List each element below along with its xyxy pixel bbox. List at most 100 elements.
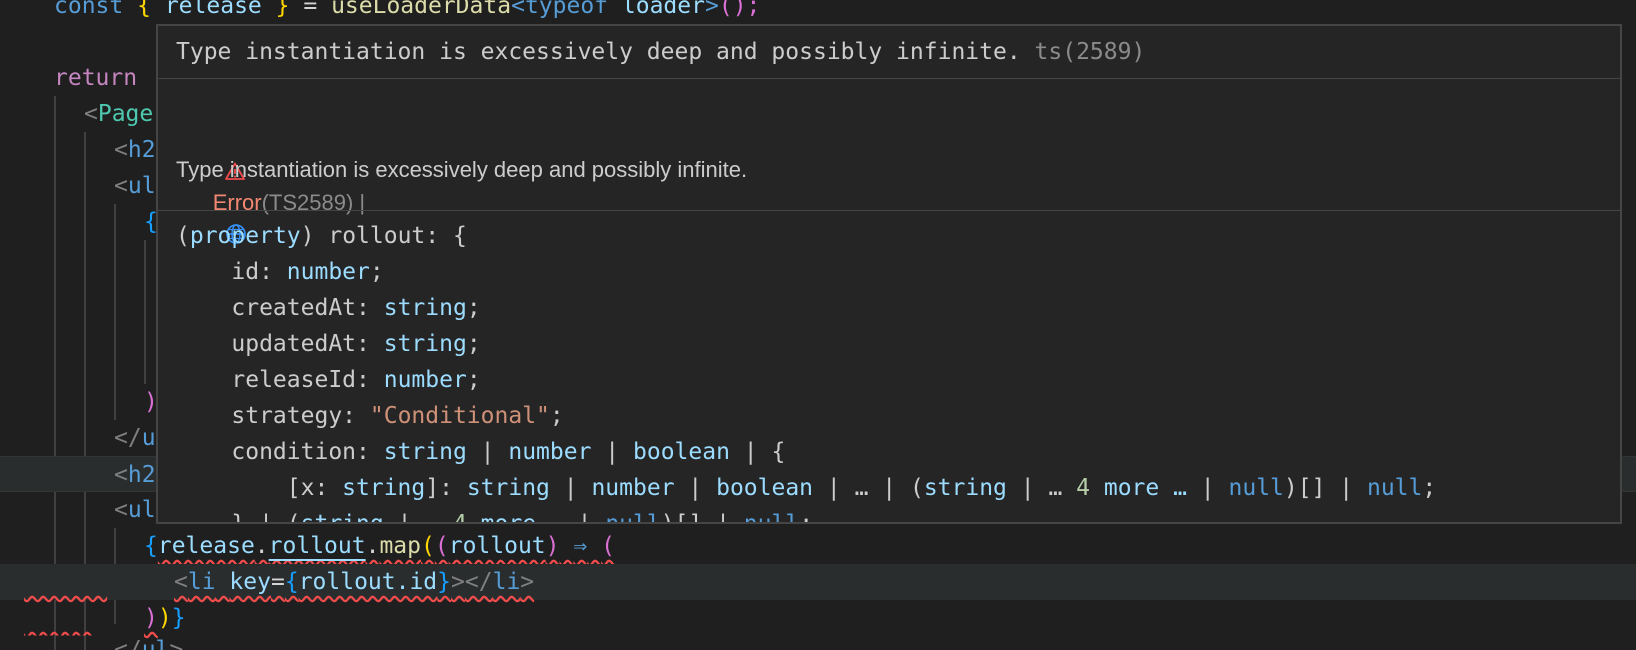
code-line: <li key={rollout.id}></li>	[0, 564, 1636, 600]
code-line: </ul>	[0, 632, 1636, 650]
type-line: releaseId: number;	[176, 362, 480, 398]
field-type: string	[466, 475, 550, 501]
h2-tag: h2	[127, 462, 156, 488]
tag-bracket: <	[114, 462, 128, 488]
field-type: boolean	[716, 475, 814, 501]
more-text: more …	[466, 511, 564, 524]
null-type: null	[743, 511, 800, 524]
field-name: releaseId:	[176, 367, 384, 393]
null-type: null	[1366, 475, 1423, 501]
code-line: {release.rollout.map((rollout) ⇒ (	[0, 528, 1636, 564]
paren: )	[300, 223, 315, 249]
field-type: string	[300, 511, 384, 524]
paren: )	[545, 533, 560, 559]
field-type: string	[383, 295, 467, 321]
type-line: updatedAt: string;	[176, 326, 481, 362]
equals: =	[303, 0, 318, 19]
angle: >	[704, 0, 719, 19]
union-sep: |	[591, 439, 633, 465]
null-type: null	[605, 511, 661, 524]
string-literal: "Conditional"	[369, 403, 550, 429]
tag-bracket: >	[520, 569, 535, 595]
type-text: | … | (	[813, 475, 924, 501]
type-text: } | (	[176, 511, 301, 524]
brace: }	[171, 605, 186, 631]
field-name: createdAt:	[176, 295, 384, 321]
union-sep: |	[1186, 475, 1229, 501]
rollout-property[interactable]: rollout	[269, 533, 366, 559]
more-count: 4	[452, 511, 467, 524]
type-text: ]:	[425, 475, 467, 501]
typeof-keyword: typeof	[524, 0, 609, 19]
field-type: string	[342, 475, 426, 501]
hover-divider	[158, 78, 1620, 79]
union-sep: |	[466, 439, 509, 465]
field-type: number	[591, 475, 675, 501]
error-code: (TS2589)	[261, 190, 354, 215]
more-count: 4	[1076, 475, 1091, 501]
paren: (	[176, 223, 190, 249]
more-text: more …	[1090, 475, 1187, 501]
type-text: | …	[1006, 475, 1077, 501]
ul-tag: ul	[127, 173, 156, 199]
li-tag: li	[187, 569, 216, 595]
hover-divider	[158, 210, 1620, 211]
code-line: ))}	[0, 600, 1636, 636]
field-name: strategy:	[176, 403, 370, 429]
field-type: boolean	[633, 439, 730, 465]
tag-bracket: </	[464, 569, 493, 595]
function-name: useLoaderData	[331, 0, 512, 19]
type-text: | …	[383, 511, 453, 524]
page-tag: Page	[97, 101, 154, 127]
angle: <	[511, 0, 525, 19]
brace: {	[137, 0, 151, 19]
type-line: createdAt: string;	[176, 290, 481, 326]
hover-tooltip[interactable]: Type instantiation is excessively deep a…	[156, 24, 1622, 524]
const-keyword: const	[54, 0, 124, 19]
li-close-tag: li	[492, 569, 521, 595]
error-label: Error	[212, 190, 262, 215]
type-name: loader	[621, 0, 705, 19]
paren: )	[157, 605, 172, 631]
field-type: string	[383, 439, 467, 465]
type-line: [x: string]: string | number | boolean |…	[176, 470, 1436, 506]
error-separator: |	[359, 190, 366, 215]
tag-bracket: <	[84, 101, 98, 127]
variable-release: release	[157, 533, 255, 559]
field-type: number	[383, 367, 467, 393]
tag-bracket: >	[451, 569, 465, 595]
semicolon: ;	[369, 259, 384, 285]
error-squiggle-lead	[24, 600, 93, 636]
code-editor[interactable]: const { release } = useLoaderData<typeof…	[0, 0, 1636, 650]
tag-bracket: </	[114, 637, 142, 650]
type-line: condition: string | number | boolean | {	[176, 434, 785, 470]
type-text: rollout: {	[314, 223, 467, 249]
ul-tag: ul	[127, 497, 156, 523]
semicolon: ;	[799, 511, 814, 524]
hover-title: Type instantiation is excessively deep a…	[176, 36, 1145, 68]
brace: {	[144, 533, 158, 559]
paren: (	[434, 533, 449, 559]
brace: {	[284, 569, 299, 595]
semicolon: ;	[466, 331, 481, 357]
error-squiggle-lead	[24, 564, 107, 600]
ul-close-tag: u	[141, 425, 156, 451]
key-attribute: key	[229, 569, 271, 595]
hover-title-text: Type instantiation is excessively deep a…	[176, 39, 1021, 65]
semicolon: ;	[549, 403, 564, 429]
semicolon: ;	[466, 295, 481, 321]
code-line: const { release } = useLoaderData<typeof…	[0, 0, 1636, 24]
field-name: id:	[176, 259, 287, 285]
tag-bracket: </	[114, 425, 142, 451]
map-function: map	[379, 533, 421, 559]
rollout-id-expr: rollout.id	[298, 569, 438, 595]
type-text: | {	[729, 439, 786, 465]
type-text: [x:	[176, 475, 343, 501]
type-line: (property) rollout: {	[176, 218, 467, 254]
equals: =	[270, 569, 285, 595]
type-kind: property	[189, 223, 301, 249]
paren: (	[601, 533, 615, 559]
type-text: )[] |	[660, 511, 744, 524]
tag-bracket: <	[114, 173, 128, 199]
variable-release: release	[164, 0, 262, 19]
